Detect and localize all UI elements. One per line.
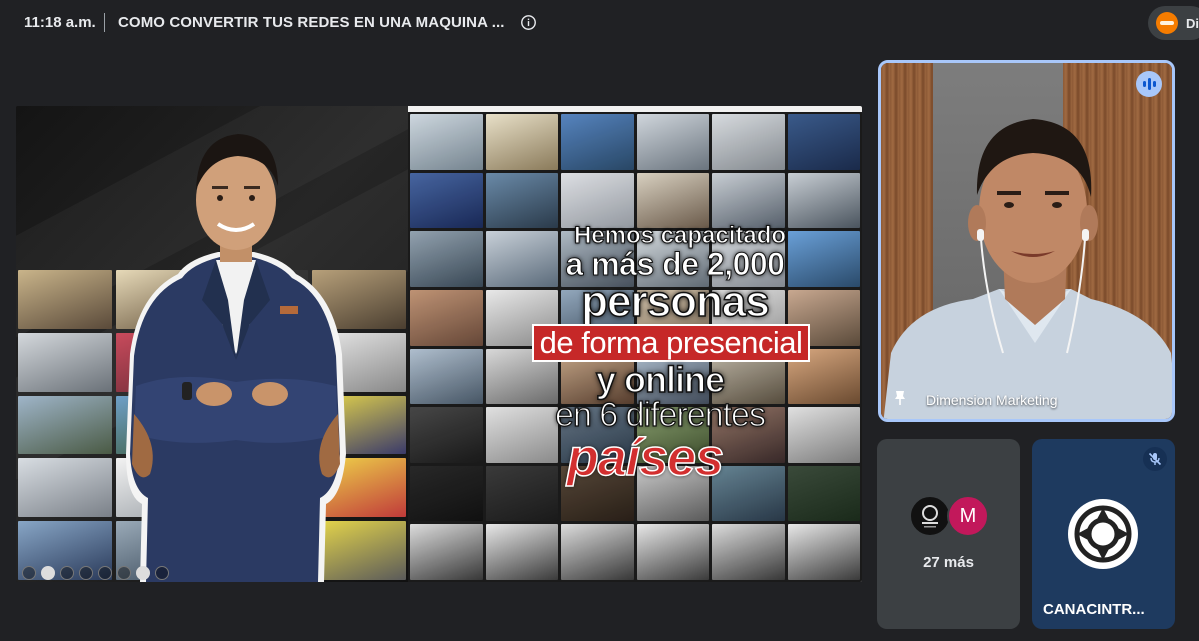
headline-line-4: de forma presencial [531,324,811,362]
zoom-icon[interactable] [98,566,112,580]
slide-toolbar [22,565,169,581]
canacintra-logo-icon [1068,499,1138,569]
meeting-title: COMO CONVERTIR TUS REDES EN UNA MAQUINA … [118,14,505,31]
host-initials: Di [1186,16,1199,31]
video-icon[interactable] [136,566,150,580]
divider [104,13,105,32]
meeting-time: 11:18 a.m. [24,14,96,31]
host-logo-icon [1156,12,1178,34]
organization-logo-icon [922,505,938,528]
slide-headline: Hemos capacitado a más de 2,000 personas… [470,222,850,485]
expand-icon[interactable] [117,566,131,580]
participant-tile-more[interactable]: M 27 más [877,439,1020,629]
headline-line-1: Hemos capacitado [573,222,787,249]
eraser-icon[interactable] [79,566,93,580]
shared-presentation[interactable]: Hemos capacitado a más de 2,000 personas… [16,106,862,582]
slide-left-panel [16,106,408,582]
top-bar: 11:18 a.m. COMO CONVERTIR TUS REDES EN U… [0,0,1199,46]
participant-tile-canacintra[interactable]: CANACINTR... [1032,439,1175,629]
pointer-icon[interactable] [41,566,55,580]
info-icon[interactable] [520,14,537,31]
participant-name: Dimension Marketing [926,392,1058,408]
participant-name: CANACINTR... [1043,601,1145,618]
headline-line-6: en 6 diferentes [554,396,766,434]
presenter-photo [126,134,346,582]
more-icon[interactable] [155,566,169,580]
speaker-video [881,63,1172,419]
pin-icon[interactable] [893,390,907,406]
headline-line-5: y online [595,359,726,400]
host-chip[interactable]: Di [1148,6,1199,40]
cursor-icon[interactable] [22,566,36,580]
avatar: M [947,495,989,537]
mic-off-icon [1143,447,1167,471]
audio-level-icon [1136,71,1162,97]
participant-tile-active-speaker[interactable]: Dimension Marketing [878,60,1175,422]
headline-line-2: a más de 2,000 [565,246,785,282]
pen-icon[interactable] [60,566,74,580]
slide-right-panel: Hemos capacitado a más de 2,000 personas… [408,106,862,582]
more-participants-label: 27 más [923,554,974,571]
headline-line-3: personas [580,277,770,326]
avatar [909,495,951,537]
headline-line-7: países [566,429,724,487]
